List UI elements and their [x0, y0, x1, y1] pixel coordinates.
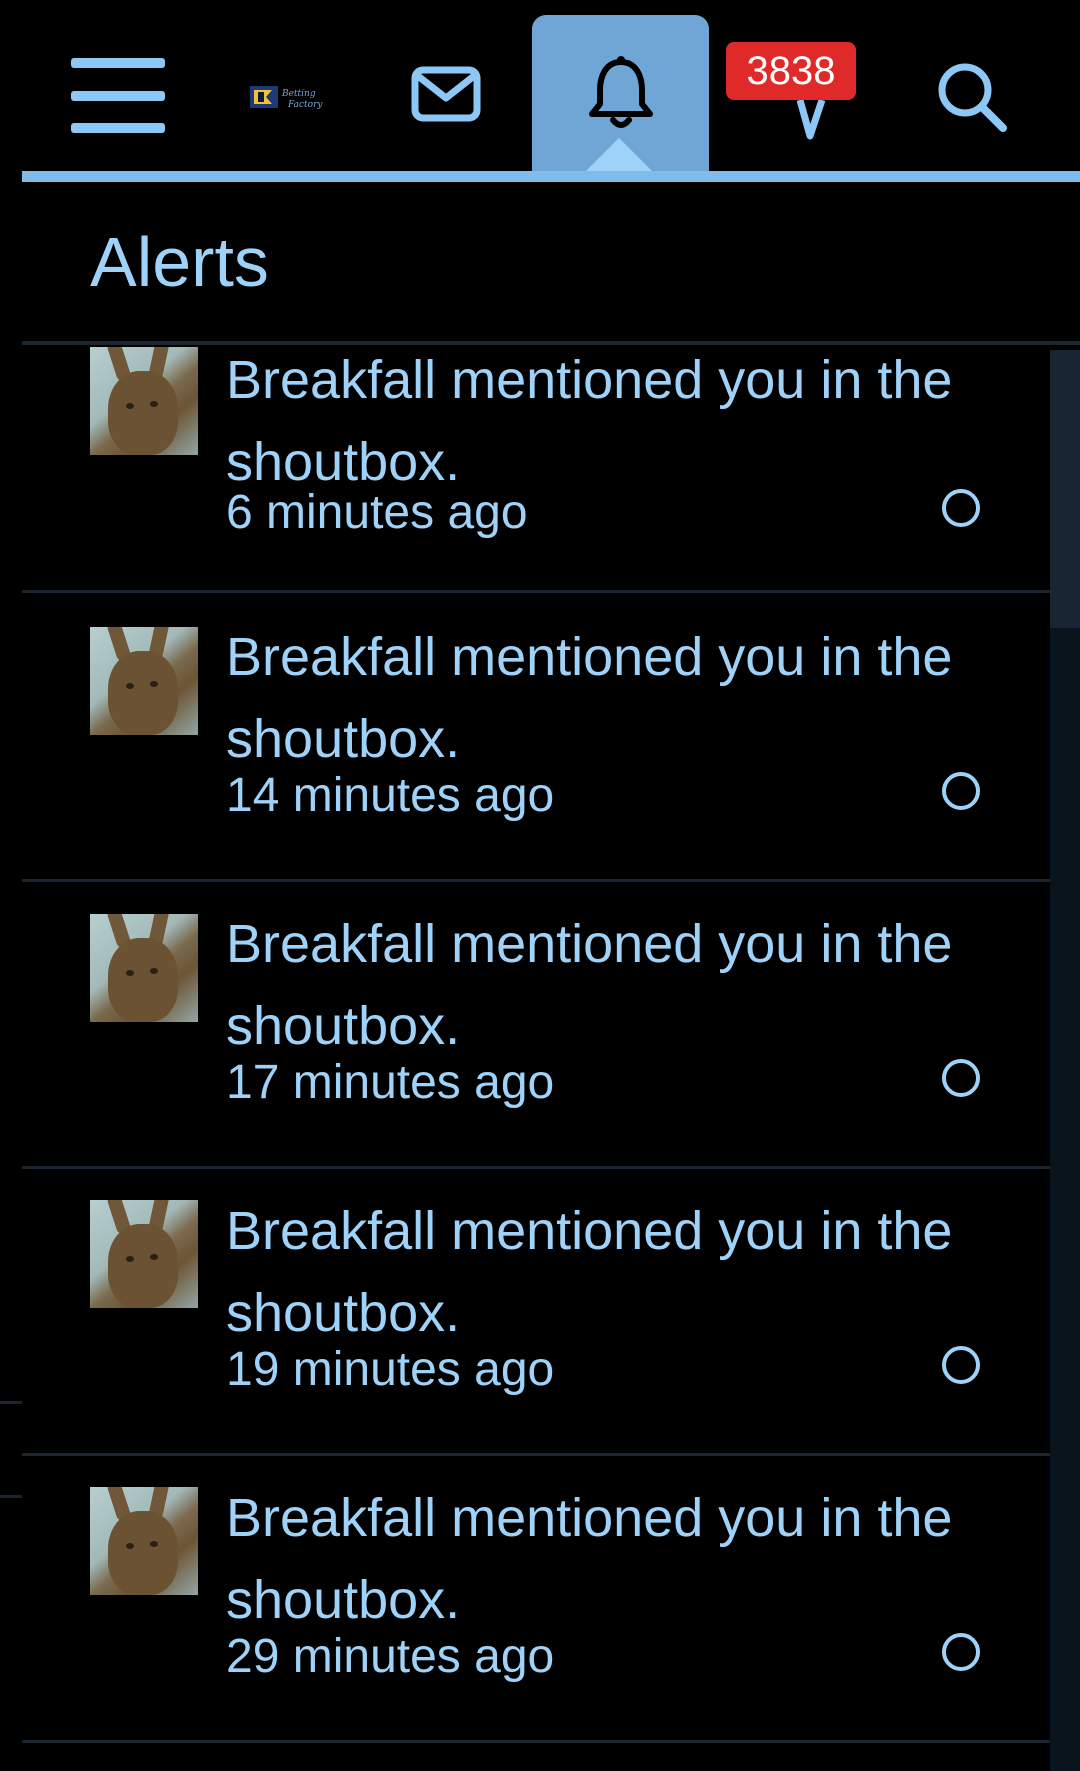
alerts-list: Breakfall mentioned you in the shoutbox.… [22, 345, 1050, 1771]
alert-time: 19 minutes ago [226, 1343, 555, 1396]
alert-time: 14 minutes ago [226, 769, 555, 822]
mark-read-button[interactable] [942, 1346, 980, 1384]
menu-icon-bar [70, 123, 165, 133]
conversations-count-badge: 3838 [726, 42, 856, 100]
logo-icon: Betting Factory [250, 86, 323, 110]
alert-item[interactable]: Breakfall mentioned you in the shoutbox.… [22, 596, 1050, 882]
site-logo[interactable]: Betting Factory [248, 80, 348, 114]
svg-text:Factory: Factory [287, 100, 323, 110]
menu-icon-bar [70, 58, 165, 68]
mark-read-button[interactable] [942, 1059, 980, 1097]
inbox-button[interactable] [410, 62, 482, 126]
search-icon [938, 63, 1007, 132]
background-divider [0, 1495, 22, 1498]
alert-time: 17 minutes ago [226, 1056, 555, 1109]
alert-message[interactable]: Breakfall mentioned you in the shoutbox. [226, 1477, 956, 1641]
mark-read-button[interactable] [942, 772, 980, 810]
alert-item[interactable]: Breakfall mentioned you in the shoutbox.… [22, 1170, 1050, 1456]
alert-item[interactable]: Breakfall mentioned you in the shoutbox.… [22, 883, 1050, 1169]
menu-icon-bar [70, 90, 165, 101]
svg-text:Betting: Betting [281, 89, 316, 99]
active-tab-pointer [585, 138, 653, 172]
nav-underline [22, 171, 1080, 182]
alert-item[interactable]: Breakfall mentioned you in the shoutbox.… [22, 345, 1050, 593]
alert-message[interactable]: Breakfall mentioned you in the shoutbox. [226, 616, 956, 780]
scrollbar-thumb[interactable] [1050, 350, 1080, 628]
panel-title: Alerts [90, 223, 269, 301]
mark-read-button[interactable] [942, 1633, 980, 1671]
search-button[interactable] [935, 60, 1010, 135]
alert-item[interactable]: Breakfall mentioned you in the shoutbox.… [22, 1457, 1050, 1743]
alert-message[interactable]: Breakfall mentioned you in the shoutbox. [226, 345, 956, 503]
avatar[interactable] [90, 1487, 198, 1595]
mark-read-button[interactable] [942, 489, 980, 527]
mail-icon [411, 66, 481, 122]
alert-message[interactable]: Breakfall mentioned you in the shoutbox. [226, 1190, 956, 1354]
avatar[interactable] [90, 914, 198, 1022]
menu-button[interactable] [60, 48, 175, 143]
alert-time: 29 minutes ago [226, 1630, 555, 1683]
top-navigation-bar: Betting Factory 3838 [0, 0, 1080, 185]
alert-message[interactable]: Breakfall mentioned you in the shoutbox. [226, 903, 956, 1067]
avatar[interactable] [90, 1200, 198, 1308]
avatar[interactable] [90, 627, 198, 735]
alert-time: 6 minutes ago [226, 486, 528, 539]
avatar[interactable] [90, 347, 198, 455]
background-divider [0, 1401, 22, 1404]
bell-icon [588, 56, 653, 128]
